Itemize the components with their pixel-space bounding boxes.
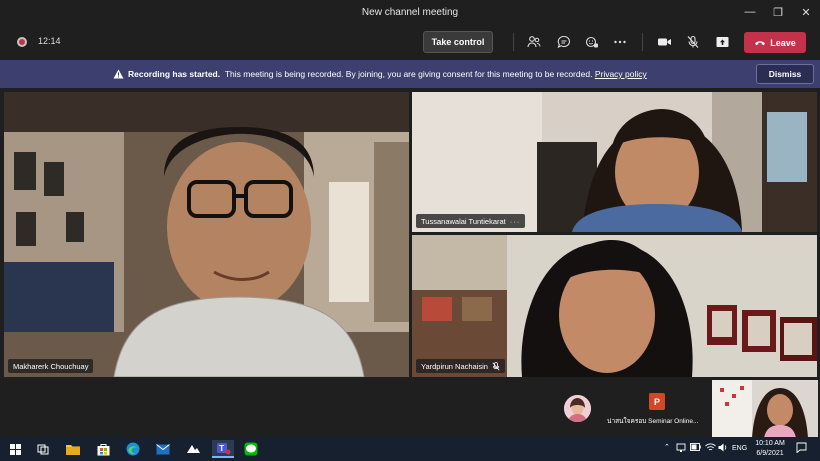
line-app-icon[interactable] (242, 440, 260, 458)
toolbar-divider (513, 33, 514, 51)
language-indicator[interactable]: ENG (732, 445, 747, 452)
participant-video (412, 235, 817, 377)
windows-start-icon[interactable] (6, 440, 24, 458)
recording-title: Recording has started. (128, 69, 221, 79)
shared-content-label: น่าสนใจครอบ Seminar Online... (607, 418, 699, 425)
shared-content-tile[interactable]: P น่าสนใจครอบ Seminar Online... (604, 382, 710, 434)
participant-name: Yardpirun Nachaisin (421, 361, 488, 371)
store-icon[interactable] (94, 440, 112, 458)
tray-chevron-icon[interactable]: ⌃ (664, 443, 670, 451)
close-icon[interactable]: ✕ (792, 0, 820, 24)
recording-banner: Recording has started. This meeting is b… (0, 60, 820, 88)
teams-icon[interactable]: T (212, 440, 234, 458)
edge-icon[interactable] (124, 440, 142, 458)
photos-icon[interactable] (184, 440, 202, 458)
mail-icon[interactable] (154, 440, 172, 458)
camera-icon[interactable] (654, 32, 674, 52)
video-tile-top-right[interactable]: Tussanawalai Tuntiekarat ··· (412, 92, 817, 232)
video-tile-bottom-right[interactable]: Yardpirun Nachaisin (412, 235, 817, 377)
toolbar-divider (642, 33, 643, 51)
self-video-preview[interactable] (712, 380, 818, 438)
task-view-icon[interactable] (34, 440, 52, 458)
clock-time: 10:10 AM (755, 440, 785, 447)
leave-button[interactable]: Leave (744, 32, 806, 53)
participant-name-tag: Makharerk Chouchuay (8, 359, 94, 373)
dismiss-button[interactable]: Dismiss (756, 64, 814, 84)
take-control-button[interactable]: Take control (423, 31, 493, 53)
participant-name: Tussanawalai Tuntiekarat (421, 216, 506, 226)
video-stage: Makharerk Chouchuay Tussanawalai Tuntiek… (0, 88, 820, 378)
battery-icon[interactable] (690, 443, 701, 453)
chat-icon[interactable] (554, 32, 574, 52)
network-icon[interactable] (676, 443, 686, 455)
more-options-icon[interactable]: ··· (510, 217, 521, 226)
wifi-icon[interactable] (705, 443, 716, 454)
recording-text: This meeting is being recorded. By joini… (224, 69, 593, 79)
svg-text:T: T (219, 444, 224, 453)
minimize-icon[interactable]: — (736, 0, 764, 24)
warning-icon (113, 69, 124, 79)
video-tile-main[interactable]: Makharerk Chouchuay (4, 92, 409, 377)
notifications-icon[interactable] (796, 442, 807, 455)
privacy-policy-link[interactable]: Privacy policy (595, 69, 647, 79)
meeting-timer: 12:14 (38, 36, 61, 46)
participant-avatar[interactable] (564, 395, 591, 422)
hangup-icon (755, 40, 766, 45)
meeting-toolbar: 12:14 Take control Leave (0, 24, 820, 60)
window-title: New channel meeting (361, 6, 459, 18)
window-controls: — ❐ ✕ (736, 0, 820, 24)
clock-date: 6/9/2021 (756, 450, 784, 457)
volume-icon[interactable] (718, 443, 728, 454)
share-icon[interactable] (712, 32, 732, 52)
clock[interactable]: 10:10 AM 6/9/2021 (752, 439, 788, 459)
mic-muted-icon (492, 361, 500, 370)
people-icon[interactable] (524, 32, 544, 52)
recording-indicator-icon (17, 37, 27, 47)
participant-name-tag: Yardpirun Nachaisin (416, 359, 505, 373)
participant-video (4, 92, 409, 377)
powerpoint-icon: P (649, 393, 665, 410)
leave-label: Leave (770, 37, 796, 48)
participant-video (412, 92, 817, 232)
windows-taskbar: T ⌃ ENG 10:10 AM 6/9/2021 (0, 437, 820, 461)
participant-name: Makharerk Chouchuay (13, 361, 89, 371)
bottom-strip: P น่าสนใจครอบ Seminar Online... (0, 378, 820, 438)
window-titlebar: New channel meeting — ❐ ✕ (0, 0, 820, 24)
mic-off-icon[interactable] (683, 32, 703, 52)
recording-message: Recording has started. This meeting is b… (128, 69, 647, 79)
file-explorer-icon[interactable] (64, 440, 82, 458)
participant-name-tag: Tussanawalai Tuntiekarat ··· (416, 214, 526, 228)
restore-icon[interactable]: ❐ (764, 0, 792, 24)
more-icon[interactable] (610, 32, 630, 52)
reactions-icon[interactable] (582, 32, 602, 52)
